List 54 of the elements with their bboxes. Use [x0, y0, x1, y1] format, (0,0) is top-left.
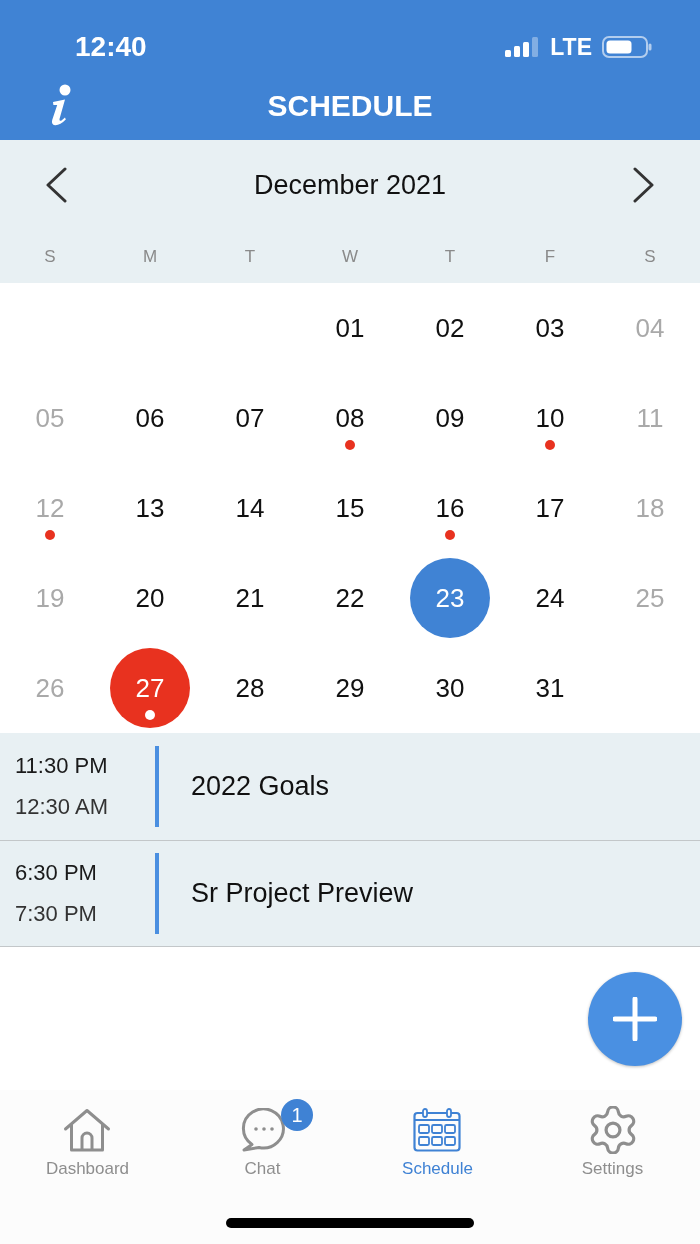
calendar-day[interactable]: 01	[335, 313, 365, 343]
calendar-day[interactable]: 29	[335, 673, 365, 703]
plus-icon	[613, 997, 657, 1041]
today-day[interactable]: 23	[410, 558, 490, 638]
calendar-day[interactable]: 22	[335, 583, 365, 613]
signal-icon	[505, 37, 540, 57]
screen-title: SCHEDULE	[267, 87, 433, 124]
gear-icon	[588, 1106, 637, 1154]
weekday-label: M	[142, 245, 158, 268]
network-type: LTE	[550, 32, 592, 62]
battery-icon	[602, 36, 652, 58]
calendar-day[interactable]: 20	[135, 583, 165, 613]
calendar-day[interactable]: 09	[435, 403, 465, 433]
tab-button[interactable]: Schedule	[402, 1106, 473, 1179]
house-icon	[63, 1108, 112, 1152]
info-icon[interactable]	[49, 84, 73, 126]
calendar-icon	[413, 1108, 462, 1152]
calendar-day[interactable]: 17	[535, 493, 565, 523]
calendar-day[interactable]: 13	[135, 493, 165, 523]
event-end-time: 7:30 PM	[15, 901, 98, 927]
weekday-label: F	[544, 245, 556, 268]
calendar-day[interactable]: 24	[535, 583, 565, 613]
event-row[interactable]: 11:30 PM 12:30 AM 2022 Goals	[0, 733, 700, 840]
month-title: December 2021	[253, 168, 447, 202]
event-start-time: 11:30 PM	[15, 753, 109, 779]
calendar-day[interactable]: 14	[235, 493, 265, 523]
calendar-day[interactable]: 07	[235, 403, 265, 433]
weekday-label: S	[644, 245, 656, 268]
event-end-time: 12:30 AM	[15, 794, 109, 820]
event-title: 2022 Goals	[191, 770, 330, 804]
calendar-day[interactable]: 28	[235, 673, 265, 703]
calendar-day[interactable]: 21	[235, 583, 265, 613]
unread-count-badge: 1	[281, 1099, 313, 1131]
weekday-label: W	[341, 245, 358, 268]
calendar-day[interactable]: 06	[135, 403, 165, 433]
selected-day[interactable]: 27	[110, 648, 190, 728]
calendar-day[interactable]: 10	[535, 403, 565, 433]
chat-bubble-icon	[239, 1108, 286, 1152]
calendar-day[interactable]: 30	[435, 673, 465, 703]
chevron-right-icon[interactable]	[633, 167, 655, 203]
event-row[interactable]: 6:30 PM 7:30 PM Sr Project Preview	[0, 840, 700, 947]
weekday-label: T	[244, 245, 256, 268]
chevron-left-icon[interactable]	[45, 167, 67, 203]
event-title: Sr Project Preview	[191, 877, 414, 911]
status-time: 12:40	[75, 30, 147, 64]
calendar-day[interactable]: 03	[535, 313, 565, 343]
calendar-day[interactable]: 02	[435, 313, 465, 343]
calendar-day[interactable]: 31	[535, 673, 565, 703]
weekday-label: T	[444, 245, 456, 268]
calendar-day[interactable]: 15	[335, 493, 365, 523]
calendar-day[interactable]: 08	[335, 403, 365, 433]
weekday-label: S	[44, 245, 56, 268]
event-start-time: 6:30 PM	[15, 860, 98, 886]
calendar-day[interactable]: 16	[435, 493, 465, 523]
